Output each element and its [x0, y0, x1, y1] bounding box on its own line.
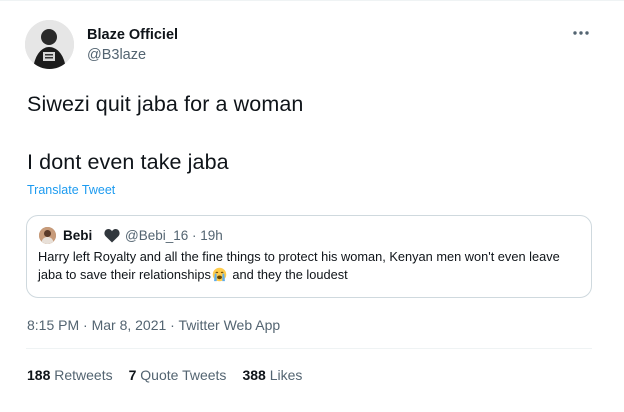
avatar-image [39, 227, 56, 244]
translate-tweet-link[interactable]: Translate Tweet [27, 183, 115, 197]
more-options-button[interactable] [570, 22, 592, 44]
author-handle[interactable]: @B3laze [87, 47, 146, 63]
quote-tweets-stat[interactable]: 7 Quote Tweets [129, 367, 227, 383]
quoted-tweet[interactable]: Bebi @Bebi_16 · 19h Harry left Royalty a… [26, 215, 592, 298]
retweets-stat[interactable]: 188 Retweets [27, 367, 113, 383]
engagement-stats: 188 Retweets 7 Quote Tweets 388 Likes [27, 367, 302, 383]
tweet-text-line: I dont even take jaba [27, 150, 229, 174]
crying-face-icon [212, 267, 227, 282]
tweet-timestamp[interactable]: 8:15 PM · Mar 8, 2021 · Twitter Web App [27, 317, 280, 333]
divider [0, 0, 624, 1]
quoted-handle-time: @Bebi_16 · 19h [125, 228, 223, 243]
likes-stat[interactable]: 388 Likes [242, 367, 302, 383]
tweet-card: Blaze Officiel @B3laze Siwezi quit jaba … [0, 0, 624, 412]
more-dots-icon [573, 31, 589, 35]
likes-count: 388 [242, 367, 266, 383]
quoted-tweet-text: Harry left Royalty and all the fine thin… [38, 248, 578, 284]
quote-tweets-label: Quote Tweets [140, 367, 227, 383]
author-avatar[interactable] [25, 20, 74, 69]
retweets-count: 188 [27, 367, 51, 383]
likes-label: Likes [269, 367, 303, 383]
quoted-author-name[interactable]: Bebi [63, 228, 92, 243]
quoted-author-avatar[interactable] [39, 227, 56, 244]
quoted-text-part: and they the loudest [228, 267, 348, 282]
avatar-image [25, 20, 74, 69]
tweet-text-line: Siwezi quit jaba for a woman [27, 92, 304, 116]
author-name[interactable]: Blaze Officiel [87, 27, 178, 43]
quote-tweets-count: 7 [128, 367, 137, 383]
retweets-label: Retweets [54, 367, 113, 383]
black-heart-icon [104, 229, 120, 243]
divider [26, 348, 592, 349]
